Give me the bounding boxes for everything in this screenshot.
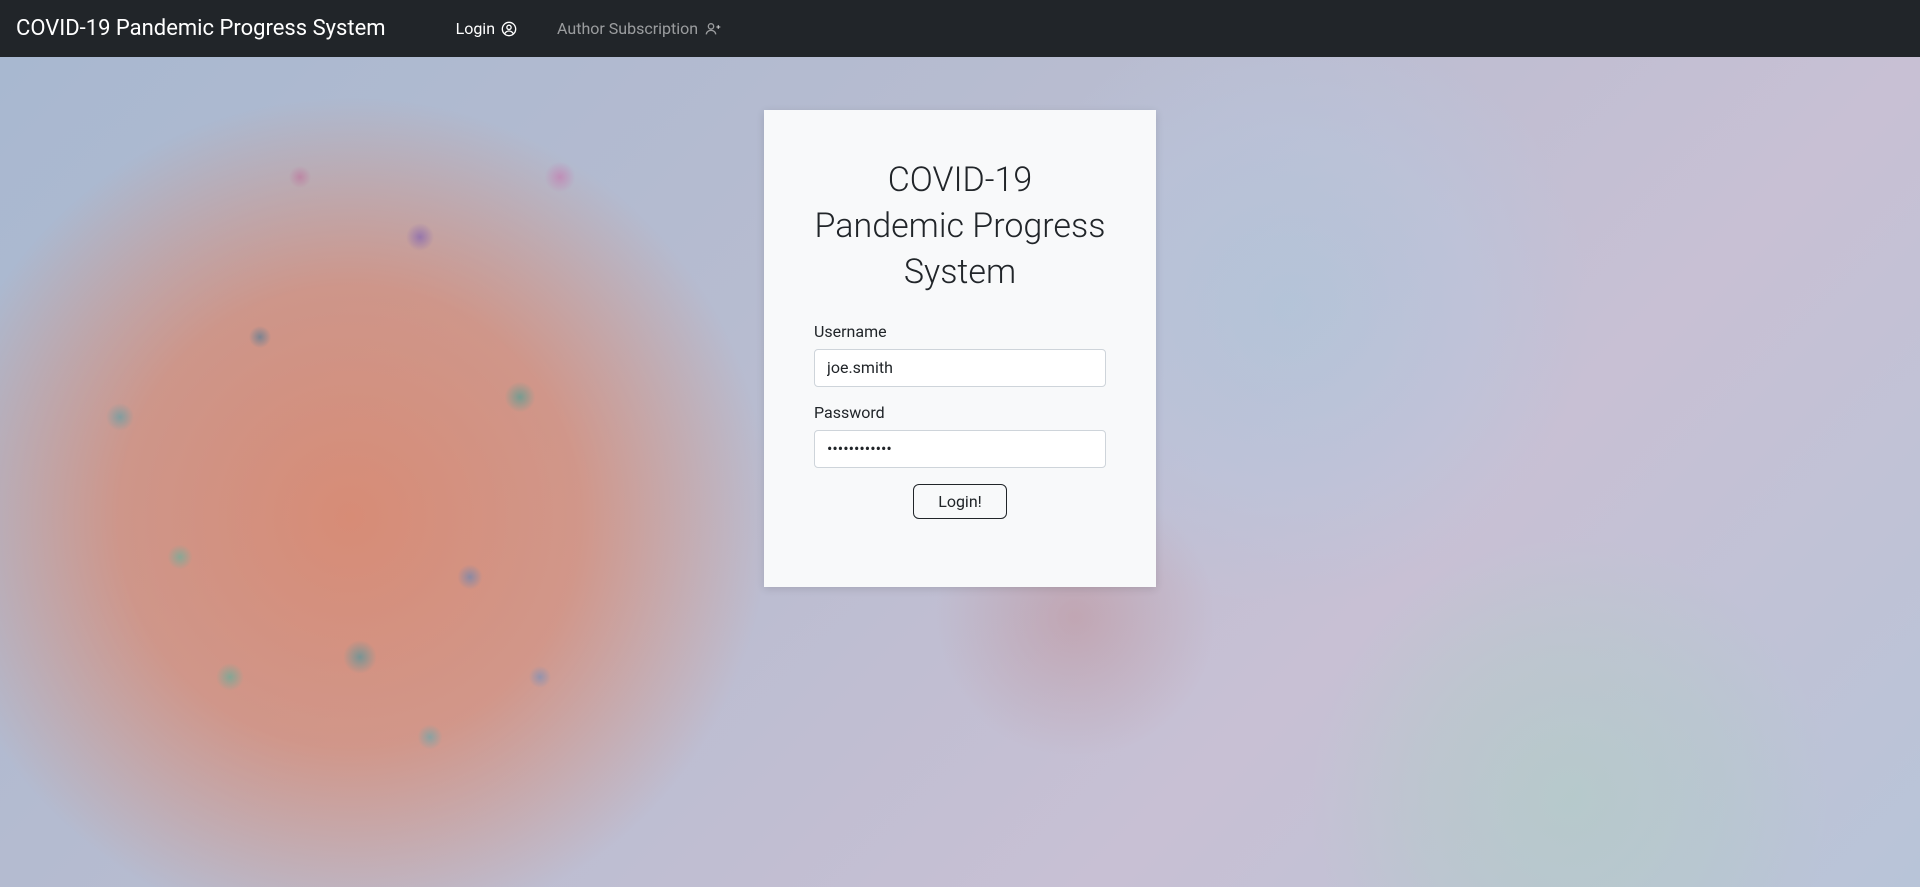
nav-login[interactable]: Login xyxy=(456,19,517,38)
user-circle-icon xyxy=(501,21,517,37)
login-button[interactable]: Login! xyxy=(913,484,1007,519)
username-group: Username xyxy=(814,322,1106,387)
login-title: COVID-19 Pandemic Progress System xyxy=(814,158,1106,296)
password-group: Password xyxy=(814,403,1106,468)
user-plus-icon xyxy=(704,21,722,37)
navbar: COVID-19 Pandemic Progress System Login … xyxy=(0,0,1920,57)
nav-author-subscription[interactable]: Author Subscription xyxy=(557,19,722,38)
nav-author-subscription-label: Author Subscription xyxy=(557,19,698,38)
nav-login-label: Login xyxy=(456,19,495,38)
password-label: Password xyxy=(814,403,1106,422)
hero-background: COVID-19 Pandemic Progress System Userna… xyxy=(0,57,1920,887)
login-card: COVID-19 Pandemic Progress System Userna… xyxy=(764,110,1156,587)
navbar-brand[interactable]: COVID-19 Pandemic Progress System xyxy=(16,16,386,41)
password-input[interactable] xyxy=(814,430,1106,468)
username-label: Username xyxy=(814,322,1106,341)
login-button-row: Login! xyxy=(814,484,1106,519)
username-input[interactable] xyxy=(814,349,1106,387)
